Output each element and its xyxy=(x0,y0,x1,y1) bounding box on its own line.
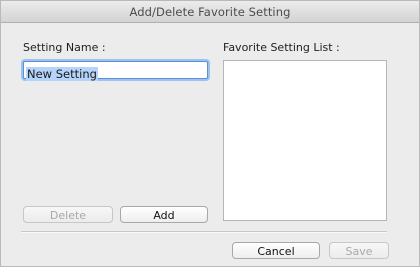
delete-button[interactable]: Delete xyxy=(23,206,113,223)
add-button[interactable]: Add xyxy=(120,206,208,223)
save-button[interactable]: Save xyxy=(329,242,389,259)
favorite-setting-list-label: Favorite Setting List : xyxy=(223,41,340,54)
favorite-setting-list[interactable] xyxy=(223,60,387,221)
divider xyxy=(21,231,387,233)
cancel-button[interactable]: Cancel xyxy=(232,242,320,259)
add-delete-favorite-dialog: Add/Delete Favorite Setting Setting Name… xyxy=(0,0,420,267)
title-bar[interactable]: Add/Delete Favorite Setting xyxy=(1,1,419,23)
setting-name-value: New Setting xyxy=(26,67,98,81)
window-title: Add/Delete Favorite Setting xyxy=(129,5,291,19)
setting-name-label: Setting Name : xyxy=(23,41,106,54)
setting-name-input[interactable]: New Setting xyxy=(23,61,208,81)
